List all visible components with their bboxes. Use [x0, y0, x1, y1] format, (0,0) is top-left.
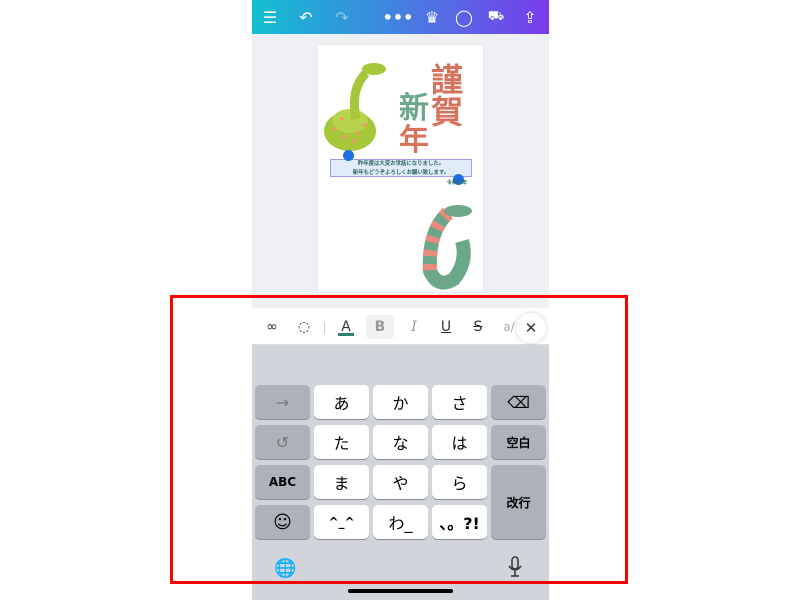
return-key[interactable]: 改行 — [491, 465, 546, 539]
message-line-1: 昨年度は大変お世話になりました。 — [357, 161, 445, 167]
italic-button[interactable]: I — [402, 315, 426, 339]
key-ka[interactable]: か — [373, 385, 428, 419]
design-card[interactable]: 謹 賀 新 年 昨年度は大変お世話になりました。 新年もどうぞよろしくお願い致し… — [318, 45, 483, 292]
phone-screen: ☰ ↶ ↷ ••• ♛ ◯ ⛟ ⇪ 謹 賀 新 年 昨年度は大変お世話になりまし… — [252, 0, 549, 600]
key-ta[interactable]: た — [314, 425, 369, 459]
top-toolbar: ☰ ↶ ↷ ••• ♛ ◯ ⛟ ⇪ — [252, 0, 549, 34]
divider — [324, 322, 325, 334]
emoji-key[interactable]: ☺ — [255, 505, 310, 539]
key-ma[interactable]: ま — [314, 465, 369, 499]
abc-key[interactable]: ABC — [255, 465, 310, 499]
crown-icon[interactable]: ♛ — [422, 7, 442, 27]
key-a[interactable]: あ — [314, 385, 369, 419]
font-color-swatch — [338, 332, 354, 336]
date-text: 令和〇年 — [446, 180, 467, 186]
key-na[interactable]: な — [373, 425, 428, 459]
key-punctuation[interactable]: 、。?! — [432, 505, 487, 539]
key-ya[interactable]: や — [373, 465, 428, 499]
kanji-nen: 年 — [399, 123, 429, 158]
truck-icon[interactable]: ⛟ — [486, 7, 506, 27]
japanese-keyboard: → あ か さ ⌫ ↺ た な は 空白 ABC ま や ら 改行 ☺ ^_^ … — [252, 345, 549, 600]
more-icon[interactable]: ••• — [383, 7, 414, 27]
space-key[interactable]: 空白 — [491, 425, 546, 459]
message-line-2: 新年もどうぞよろしくお願い致します。 — [352, 169, 450, 176]
key-sa[interactable]: さ — [432, 385, 487, 419]
backspace-key[interactable]: ⌫ — [491, 385, 546, 419]
redo-icon[interactable]: ↷ — [332, 7, 352, 27]
text-format-toolbar: ∞ ◌ A B I U S a/ ✕ — [252, 308, 549, 345]
key-ha[interactable]: は — [432, 425, 487, 459]
microphone-icon[interactable] — [508, 556, 522, 578]
comment-icon[interactable]: ◯ — [454, 7, 474, 27]
close-toolbar-button[interactable]: ✕ — [516, 313, 546, 343]
font-color-button[interactable]: A — [334, 315, 358, 339]
key-next[interactable]: → — [255, 385, 310, 419]
add-comment-icon[interactable]: ◌ — [292, 315, 316, 339]
undo-icon[interactable]: ↶ — [296, 7, 316, 27]
snake-illustration-2 — [422, 205, 472, 290]
share-icon[interactable]: ⇪ — [520, 7, 540, 27]
globe-icon[interactable]: 🌐 — [274, 558, 296, 579]
key-ra[interactable]: ら — [432, 465, 487, 499]
kanji-ga: 賀 — [431, 93, 464, 131]
link-icon[interactable]: ∞ — [260, 315, 284, 339]
key-undo[interactable]: ↺ — [255, 425, 310, 459]
underline-button[interactable]: U — [434, 315, 458, 339]
key-wa[interactable]: わ_ — [373, 505, 428, 539]
selected-text-box[interactable]: 昨年度は大変お世話になりました。 新年もどうぞよろしくお願い致します。 — [330, 159, 472, 177]
snake-illustration — [324, 63, 386, 151]
key-kaomoji[interactable]: ^_^ — [314, 505, 369, 539]
selection-handle-start[interactable] — [343, 150, 354, 161]
bold-button[interactable]: B — [366, 315, 394, 339]
home-indicator — [348, 589, 453, 593]
menu-icon[interactable]: ☰ — [260, 7, 280, 27]
strikethrough-button[interactable]: S — [466, 315, 490, 339]
